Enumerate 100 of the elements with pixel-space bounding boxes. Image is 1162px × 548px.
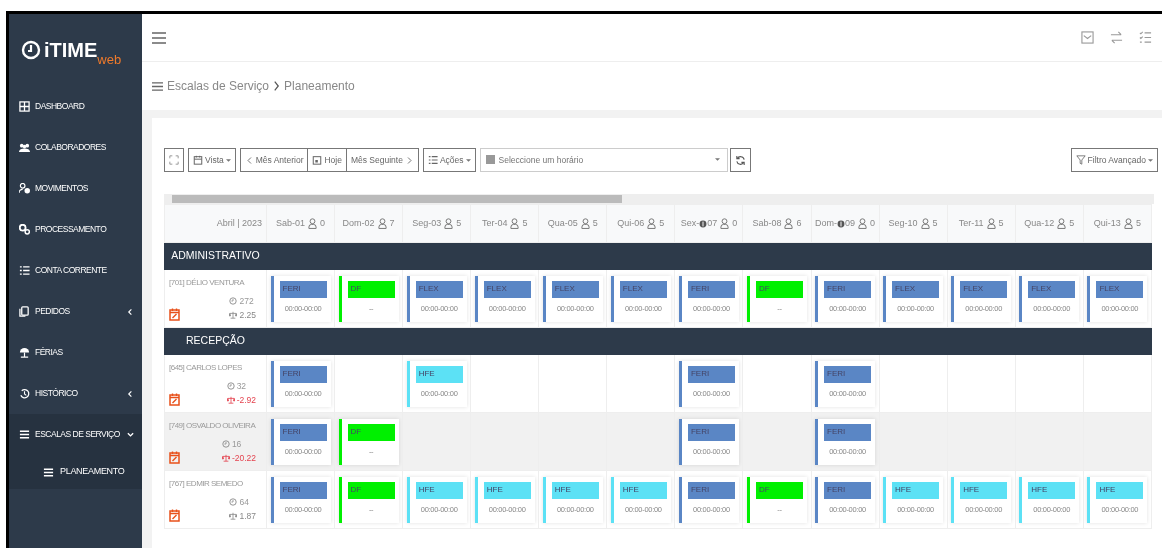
person-icon bbox=[986, 218, 996, 229]
menu-icon bbox=[152, 80, 163, 92]
shift-code: FERI bbox=[687, 365, 735, 383]
breadcrumb-item: Planeamento bbox=[284, 78, 355, 95]
swap-icon[interactable] bbox=[1110, 31, 1123, 44]
sidebar-item[interactable]: PROCESSAMENTO bbox=[9, 209, 142, 250]
calendar-icon bbox=[312, 155, 323, 165]
sidebar-item[interactable]: CONTA CORRENTE bbox=[9, 250, 142, 291]
shift-code: DF bbox=[347, 423, 395, 441]
day-label: Seg-03 bbox=[412, 216, 442, 230]
hours-value: 64 bbox=[239, 495, 249, 509]
staff-count: 7 bbox=[389, 216, 395, 230]
balance-value: 2.25 bbox=[239, 308, 256, 322]
toolbar-button[interactable]: Vista bbox=[188, 148, 236, 172]
staff-count: 0 bbox=[870, 216, 876, 230]
employee-name: [645] CARLOS LOPES bbox=[169, 361, 242, 374]
day-label: Sex- 07 bbox=[680, 216, 718, 230]
caret-icon bbox=[225, 158, 231, 162]
caret-icon bbox=[1148, 158, 1153, 162]
shift-code: FERI bbox=[824, 423, 872, 441]
clock-icon bbox=[229, 498, 238, 507]
staff-count: 5 bbox=[1135, 216, 1141, 230]
person-icon bbox=[784, 218, 794, 229]
sidebar-subitem[interactable]: PLANEAMENTO bbox=[9, 455, 142, 489]
checklist-icon[interactable] bbox=[1139, 31, 1152, 44]
employee-name: [749] OSVALDO OLIVEIRA bbox=[169, 419, 256, 432]
fullscreen-button[interactable] bbox=[164, 148, 184, 172]
color-swatch-icon bbox=[485, 155, 495, 164]
person-icon bbox=[308, 218, 318, 229]
list-icon bbox=[427, 155, 438, 165]
staff-count: 6 bbox=[796, 216, 802, 230]
schedule-select[interactable]: Seleccione um horário bbox=[479, 148, 728, 172]
shift-code: FLEX bbox=[960, 280, 1008, 298]
people-icon bbox=[19, 142, 30, 153]
caret-icon bbox=[465, 158, 471, 162]
shift-code: FLEX bbox=[619, 280, 667, 298]
shift-code: FLEX bbox=[415, 280, 463, 298]
person-icon bbox=[444, 218, 454, 229]
shift-code: DF bbox=[755, 481, 803, 499]
menu-icon[interactable] bbox=[152, 30, 166, 45]
staff-count: 5 bbox=[1069, 216, 1075, 230]
balance-scale-icon bbox=[229, 511, 238, 520]
filter-button[interactable]: Filtro Avançado bbox=[1070, 148, 1158, 172]
holiday-icon bbox=[837, 219, 845, 228]
shift-code: FLEX bbox=[551, 280, 599, 298]
employee-name: [767] EDMIR SEMEDO bbox=[169, 477, 243, 490]
shift-code: FERI bbox=[824, 365, 872, 383]
edit-calendar-icon[interactable] bbox=[169, 451, 180, 465]
person-icon bbox=[377, 218, 387, 229]
expand-icon bbox=[169, 155, 179, 165]
shift-code: HFE bbox=[483, 481, 531, 499]
clock-icon bbox=[21, 40, 41, 60]
day-label: Sab-08 bbox=[752, 216, 782, 230]
shift-code: HFE bbox=[1028, 481, 1076, 499]
sidebar-item[interactable]: MOVIMENTOS bbox=[9, 168, 142, 209]
sidebar-item[interactable]: FÉRIAS bbox=[9, 332, 142, 373]
edit-calendar-icon[interactable] bbox=[169, 509, 180, 523]
edit-calendar-icon[interactable] bbox=[169, 393, 180, 407]
grid-icon bbox=[19, 101, 30, 112]
toolbar-button[interactable]: Mês Anterior bbox=[239, 148, 309, 172]
sidebar-item[interactable]: DASHBOARD bbox=[9, 86, 142, 127]
person-icon bbox=[858, 218, 868, 229]
inbox-icon[interactable] bbox=[1081, 31, 1094, 44]
umbrella-icon bbox=[19, 347, 30, 358]
shift-code: FLEX bbox=[892, 280, 940, 298]
clock-icon bbox=[229, 297, 238, 306]
refresh-button[interactable] bbox=[729, 148, 751, 172]
edit-calendar-icon[interactable] bbox=[169, 308, 180, 322]
day-label: Qui-06 bbox=[617, 216, 645, 230]
day-label: Ter-11 bbox=[958, 216, 984, 230]
shift-code: HFE bbox=[892, 481, 940, 499]
person-icon bbox=[647, 218, 657, 229]
sidebar-item[interactable]: HISTÓRICO bbox=[9, 373, 142, 414]
sidebar-item[interactable]: COLABORADORES bbox=[9, 127, 142, 168]
group-name: ADMINISTRATIVO bbox=[164, 242, 267, 270]
hours-value: 272 bbox=[239, 294, 254, 308]
day-label: Dom-02 bbox=[342, 216, 375, 230]
gears-icon bbox=[19, 224, 30, 235]
menu-icon bbox=[19, 429, 30, 440]
shift-code: FERI bbox=[279, 423, 327, 441]
toolbar-button[interactable]: Mês Seguinte bbox=[346, 148, 419, 172]
person-icon bbox=[510, 218, 520, 229]
sidebar-item[interactable]: ESCALAS DE SERVIÇO bbox=[9, 414, 142, 455]
toolbar-button[interactable]: Ações bbox=[422, 148, 476, 172]
sidebar-item[interactable]: PEDIDOS bbox=[9, 291, 142, 332]
shift-code: FERI bbox=[824, 481, 872, 499]
toolbar-button[interactable]: Hoje bbox=[308, 148, 347, 172]
menu-icon bbox=[43, 466, 54, 478]
shift-code: FERI bbox=[687, 423, 735, 441]
shift-code: FLEX bbox=[483, 280, 531, 298]
staff-count: 5 bbox=[998, 216, 1004, 230]
staff-count: 5 bbox=[592, 216, 598, 230]
shift-code: DF bbox=[347, 280, 395, 298]
day-label: Qua-12 bbox=[1024, 216, 1055, 230]
month-label: Abril | 2023 bbox=[164, 204, 267, 243]
shift-code: DF bbox=[347, 481, 395, 499]
breadcrumb-item[interactable]: Escalas de Serviço bbox=[167, 77, 270, 95]
chevron-left-icon bbox=[244, 155, 254, 165]
history-icon bbox=[19, 388, 30, 399]
day-label: Seg-10 bbox=[888, 216, 918, 230]
